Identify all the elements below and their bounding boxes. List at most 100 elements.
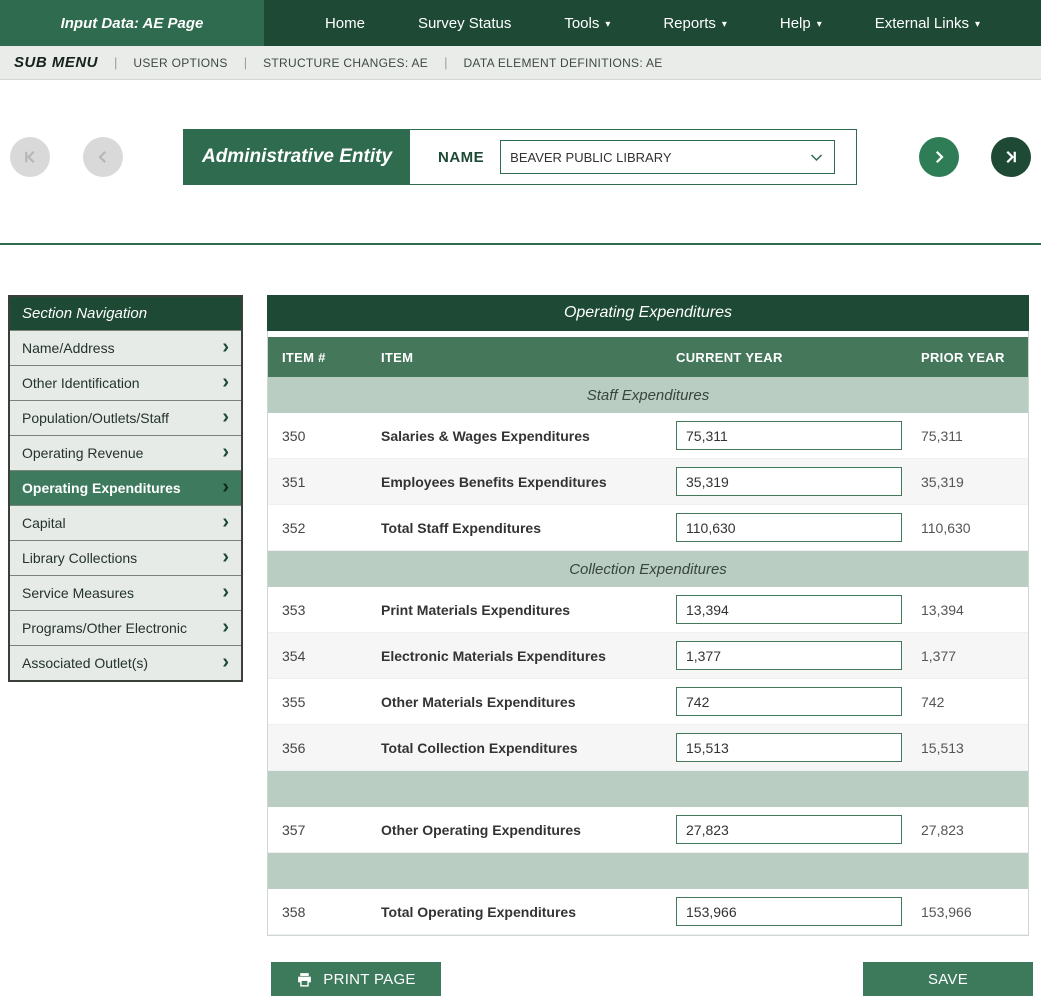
last-record-icon [1002, 148, 1020, 166]
current-year-cell [662, 687, 907, 716]
nav-item-tools[interactable]: Tools▾ [564, 15, 610, 32]
first-record-button[interactable] [10, 137, 50, 177]
section-spacer [268, 853, 1028, 889]
entity-name-select[interactable]: BEAVER PUBLIC LIBRARY [500, 140, 835, 174]
previous-record-button[interactable] [83, 137, 123, 177]
nav-item-help[interactable]: Help▾ [780, 15, 822, 32]
item-number: 352 [268, 520, 367, 536]
section-navigation-items: Name/Address › Other Identification›Popula… [10, 330, 241, 680]
item-label: Salaries & Wages Expenditures [367, 428, 662, 444]
sidebar-item-library-collections[interactable]: Library Collections › [10, 540, 241, 575]
item-number: 355 [268, 694, 367, 710]
panel-title: Operating Expenditures [267, 295, 1029, 331]
last-record-button[interactable] [991, 137, 1031, 177]
submenu-item-user-options[interactable]: USER OPTIONS [133, 56, 227, 70]
sidebar-item-programs-other-electronic[interactable]: Programs/Other Electronic› [10, 610, 241, 645]
nav-item-label: External Links [875, 15, 969, 32]
name-label: NAME [438, 149, 484, 166]
sidebar-item-population-outlets-staff[interactable]: Population/Outlets/Staff› [10, 400, 241, 435]
chevron-right-icon: › [222, 582, 229, 602]
sub-menu-title: SUB MENU [14, 54, 98, 71]
sidebar-item-service-measures[interactable]: Service Measures › [10, 575, 241, 610]
section-navigation: Section Navigation Name/Address › Other Id… [8, 295, 243, 682]
submenu-separator: | [244, 55, 247, 70]
current-year-cell [662, 641, 907, 670]
section-navigation-title: Section Navigation [10, 297, 241, 330]
entity-nav-row: Administrative Entity NAME BEAVER PUBLIC… [10, 128, 1041, 186]
current-year-input-351[interactable] [676, 467, 902, 496]
sidebar-item-label: Service Measures [22, 585, 134, 601]
submenu-item-data-element-definitions-ae[interactable]: DATA ELEMENT DEFINITIONS: AE [463, 56, 662, 70]
current-year-input-352[interactable] [676, 513, 902, 542]
item-label: Total Staff Expenditures [367, 520, 662, 536]
item-number: 358 [268, 904, 367, 920]
sidebar-item-label: Operating Expenditures [22, 480, 181, 496]
table-row-357: 357Other Operating Expenditures 27,823 [268, 807, 1028, 853]
chevron-right-icon: › [222, 652, 229, 672]
table-row-358: 358Total Operating Expenditures153,966 [268, 889, 1028, 935]
sidebar-item-operating-revenue[interactable]: Operating Revenue› [10, 435, 241, 470]
nav-item-external-links[interactable]: External Links▾ [875, 15, 980, 32]
nav-item-label: Home [325, 15, 365, 32]
top-nav-bar: Input Data: AE Page Home Survey Status Too… [0, 0, 1041, 46]
current-year-cell [662, 815, 907, 844]
sidebar-item-label: Library Collections [22, 550, 137, 566]
section-header-staff-expenditures: Staff Expenditures [268, 377, 1028, 413]
table-row-356: 356Total Collection Expenditures15,513 [268, 725, 1028, 771]
prior-year-value: 27,823 [907, 822, 1028, 838]
tab-input-data-ae-page[interactable]: Input Data: AE Page [0, 0, 264, 46]
nav-item-survey-status[interactable]: Survey Status [418, 15, 511, 32]
nav-item-home[interactable]: Home [325, 15, 365, 32]
entity-type-label: Administrative Entity [184, 130, 410, 184]
current-year-input-354[interactable] [676, 641, 902, 670]
column-prior-year: PRIOR YEAR [907, 350, 1028, 365]
sidebar-item-associated-outlet-s[interactable]: Associated Outlet(s)› [10, 645, 241, 680]
nav-item-reports[interactable]: Reports▾ [663, 15, 727, 32]
nav-item-label: Tools [564, 15, 599, 32]
current-year-input-358[interactable] [676, 897, 902, 926]
current-year-input-353[interactable] [676, 595, 902, 624]
current-year-input-350[interactable] [676, 421, 902, 450]
operating-expenditures-panel: Operating Expenditures ITEM # ITEM CURRE… [267, 295, 1029, 936]
table-row-353: 353Print Materials Expenditures13,394 [268, 587, 1028, 633]
table-row-350: 350Salaries & Wages Expenditures75,311 [268, 413, 1028, 459]
item-label: Total Collection Expenditures [367, 740, 662, 756]
page: Input Data: AE Page Home Survey Status Too… [0, 0, 1041, 996]
current-year-input-355[interactable] [676, 687, 902, 716]
printer-icon [296, 971, 313, 988]
prior-year-value: 75,311 [907, 428, 1028, 444]
sidebar-item-capital[interactable]: Capital› [10, 505, 241, 540]
chevron-right-icon: › [222, 617, 229, 637]
next-record-button[interactable] [919, 137, 959, 177]
sub-menu-bar: SUB MENU | USER OPTIONS | STRUCTURE CHANGES… [0, 46, 1041, 80]
item-number: 353 [268, 602, 367, 618]
item-label: Total Operating Expenditures [367, 904, 662, 920]
print-page-button[interactable]: PRINT PAGE [271, 962, 441, 996]
print-page-label: PRINT PAGE [323, 971, 415, 988]
first-record-icon [21, 148, 39, 166]
sidebar-item-name-address[interactable]: Name/Address › [10, 330, 241, 365]
prior-year-value: 1,377 [907, 648, 1028, 664]
table-row-354: 354Electronic Materials Expenditures1,37… [268, 633, 1028, 679]
item-number: 357 [268, 822, 367, 838]
item-number: 351 [268, 474, 367, 490]
submenu-separator: | [114, 55, 117, 70]
current-year-cell [662, 467, 907, 496]
current-year-input-356[interactable] [676, 733, 902, 762]
sidebar-item-operating-expenditures[interactable]: Operating Expenditures› [10, 470, 241, 505]
item-number: 356 [268, 740, 367, 756]
current-year-input-357[interactable] [676, 815, 902, 844]
submenu-separator: | [444, 55, 447, 70]
chevron-right-icon: › [222, 337, 229, 357]
chevron-right-icon [930, 148, 948, 166]
item-label: Other Operating Expenditures [367, 822, 662, 838]
sidebar-item-other-identification[interactable]: Other Identification› [10, 365, 241, 400]
save-button[interactable]: SAVE [863, 962, 1033, 996]
column-item-number: ITEM # [268, 350, 367, 365]
chevron-right-icon: › [222, 547, 229, 567]
sidebar-item-label: Name/Address [22, 340, 115, 356]
current-year-cell [662, 595, 907, 624]
prior-year-value: 742 [907, 694, 1028, 710]
submenu-item-structure-changes-ae[interactable]: STRUCTURE CHANGES: AE [263, 56, 428, 70]
chevron-right-icon: › [222, 442, 229, 462]
